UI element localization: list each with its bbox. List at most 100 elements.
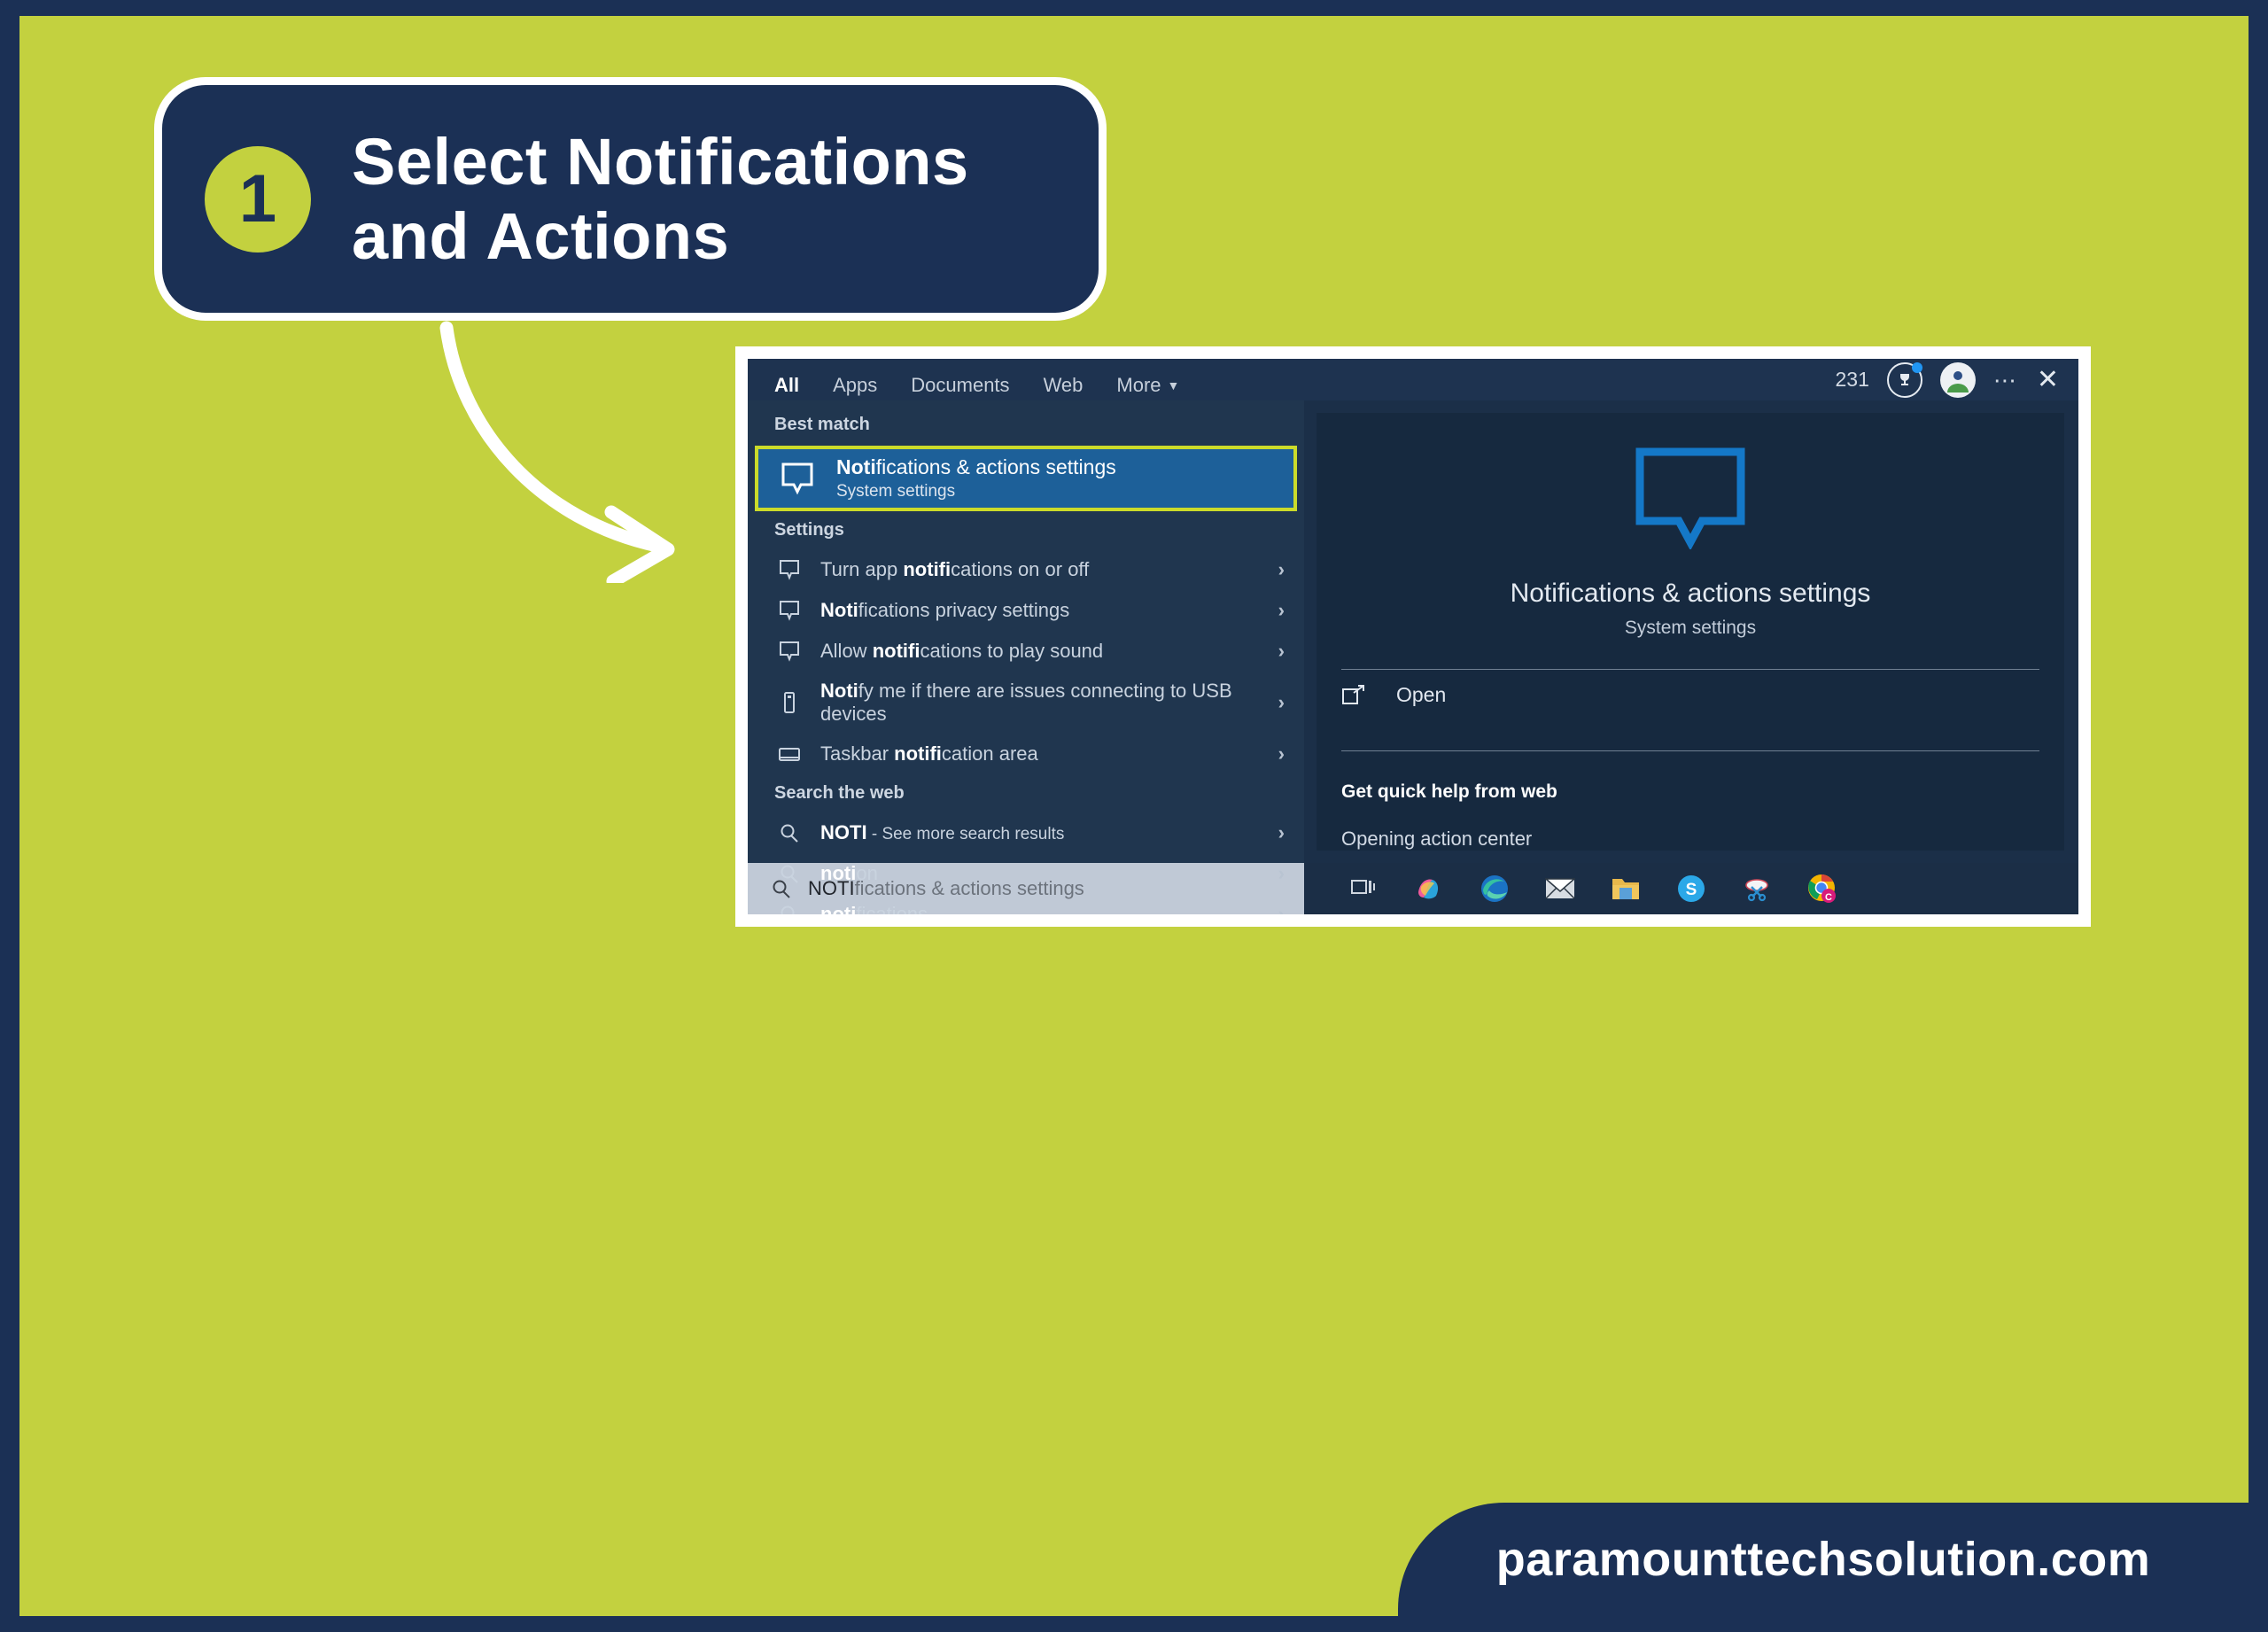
label-bold: noti — [820, 862, 857, 885]
best-match-title-rest: fications & actions settings — [875, 455, 1116, 479]
settings-row-label: Notify me if there are issues connecting… — [820, 680, 1270, 726]
user-avatar[interactable] — [1939, 361, 1976, 398]
file-explorer-icon[interactable] — [1593, 863, 1658, 914]
chrome-browser-icon[interactable]: C — [1790, 863, 1855, 914]
search-icon — [774, 904, 804, 914]
label-pre: Turn app — [820, 558, 904, 581]
settings-row-label: Notifications privacy settings — [820, 599, 1270, 622]
settings-section-label: Settings — [774, 520, 844, 540]
notification-bubble-icon — [776, 457, 819, 500]
edge-browser-icon[interactable] — [1462, 863, 1527, 914]
taskbar-icon — [774, 742, 804, 765]
best-match-label: Best match — [774, 415, 870, 434]
preview-subtitle: System settings — [1624, 618, 1757, 638]
web-row-label: NOTI - See more search results — [820, 821, 1270, 844]
tab-more[interactable]: More ▼ — [1116, 374, 1179, 400]
label-post: cation area — [941, 742, 1038, 765]
preview-card: Notifications & actions settings System … — [1317, 413, 2064, 851]
mail-icon[interactable] — [1527, 863, 1593, 914]
quick-help-section: Get quick help from web Opening action c… — [1341, 751, 2039, 851]
step-number-badge: 1 — [205, 145, 311, 253]
web-row-label: notifications — [820, 903, 1270, 914]
settings-row-notifications-privacy[interactable]: Notifications privacy settings › — [748, 590, 1304, 631]
label-bold: noti — [820, 903, 857, 914]
external-link-icon — [1341, 684, 1377, 707]
snip-sketch-icon[interactable] — [1724, 863, 1790, 914]
settings-row-label: Turn app notifications on or off — [820, 558, 1270, 581]
quick-help-title: Get quick help from web — [1341, 781, 1557, 802]
notification-bubble-icon — [774, 599, 804, 622]
callout-line-1: Select Notifications — [352, 124, 969, 198]
close-icon[interactable]: ✕ — [2037, 366, 2059, 393]
open-button[interactable]: Open — [1341, 670, 2039, 719]
label-post: fy me if there are issues connecting to … — [820, 680, 1232, 725]
label-bold: notifi — [894, 742, 942, 765]
best-match-text: Notifications & actions settings System … — [836, 455, 1116, 501]
label-bold: notifi — [903, 558, 951, 581]
best-match-result[interactable]: Notifications & actions settings System … — [755, 446, 1297, 511]
rewards-points: 231 — [1835, 368, 1869, 391]
tab-apps[interactable]: Apps — [833, 374, 877, 400]
settings-row-taskbar-notification-area[interactable]: Taskbar notification area › — [748, 734, 1304, 774]
notification-bubble-icon — [1633, 445, 1748, 554]
chevron-right-icon: › — [1278, 691, 1285, 713]
settings-row-label: Allow notifications to play sound — [820, 640, 1270, 663]
results-column: Best match Notifications & actions setti… — [748, 400, 1304, 914]
tab-web[interactable]: Web — [1044, 374, 1084, 400]
web-section-label: Search the web — [774, 783, 905, 803]
search-tabs: All Apps Documents Web More ▼ — [771, 359, 1213, 411]
notification-dot — [1911, 361, 1922, 373]
tab-apps-label: Apps — [833, 374, 878, 396]
step-callout: 1 Select Notifications and Actions — [135, 65, 1127, 330]
label-post: cations on or off — [951, 558, 1090, 581]
chevron-right-icon: › — [1278, 599, 1285, 621]
callout-line-2: and Actions — [352, 198, 730, 273]
tab-more-label: More — [1116, 374, 1161, 396]
task-view-icon[interactable] — [1331, 863, 1396, 914]
search-header: All Apps Documents Web More ▼ 231 ⋯ ✕ — [748, 359, 2078, 411]
web-row-notion[interactable]: notion › — [748, 853, 1304, 894]
footer-brand: paramounttechsolution.com — [1398, 1503, 2249, 1616]
tab-all[interactable]: All — [771, 374, 813, 411]
tab-documents[interactable]: Documents — [911, 374, 1009, 400]
windows-search-window: All Apps Documents Web More ▼ 231 ⋯ ✕ Be… — [735, 346, 2091, 927]
website-url: paramounttechsolution.com — [1495, 1533, 2151, 1586]
poster-canvas: 1 Select Notifications and Actions All A… — [19, 16, 2249, 1616]
search-icon — [774, 863, 804, 884]
web-row-see-more[interactable]: NOTI - See more search results › — [748, 812, 1304, 853]
preview-title: Notifications & actions settings — [1510, 579, 1871, 608]
label-bold: notifi — [872, 640, 920, 663]
best-match-title-bold: Noti — [836, 455, 876, 479]
skype-icon[interactable]: S — [1658, 863, 1724, 914]
label-bold: NOTI — [820, 820, 867, 843]
callout-text: Select Notifications and Actions — [352, 125, 969, 273]
chevron-right-icon: › — [1278, 640, 1285, 662]
label-pre: Taskbar — [820, 742, 895, 765]
label-post: fications privacy settings — [858, 599, 1070, 622]
notification-bubble-icon — [774, 640, 804, 663]
label-post: cations to play sound — [920, 640, 1104, 663]
chevron-down-icon: ▼ — [1167, 378, 1180, 392]
web-row-notifications[interactable]: notifications › — [748, 894, 1304, 914]
settings-row-label: Taskbar notification area — [820, 742, 1270, 765]
chevron-right-icon: › — [1278, 821, 1285, 843]
settings-row-allow-sound[interactable]: Allow notifications to play sound › — [748, 631, 1304, 672]
ellipsis-icon[interactable]: ⋯ — [1993, 369, 2019, 392]
trophy-icon[interactable] — [1886, 361, 1922, 398]
label-bold: Noti — [820, 680, 858, 703]
open-label: Open — [1396, 683, 1447, 706]
chevron-right-icon: › — [1278, 903, 1285, 914]
svg-text:C: C — [1825, 892, 1832, 903]
settings-row-turn-app-notifications[interactable]: Turn app notifications on or off › — [748, 549, 1304, 590]
usb-device-icon — [774, 691, 804, 714]
search-content: Best match Notifications & actions setti… — [748, 400, 2078, 914]
tab-documents-label: Documents — [911, 374, 1010, 396]
search-icon — [774, 822, 804, 843]
settings-row-usb-issues[interactable]: Notify me if there are issues connecting… — [748, 672, 1304, 734]
copilot-icon[interactable] — [1396, 863, 1462, 914]
tab-web-label: Web — [1043, 374, 1084, 396]
quick-help-item[interactable]: Opening action center — [1341, 828, 2039, 851]
best-match-title: Notifications & actions settings — [836, 455, 1116, 478]
label-post: fications — [856, 903, 928, 914]
label-bold: Noti — [820, 599, 858, 622]
